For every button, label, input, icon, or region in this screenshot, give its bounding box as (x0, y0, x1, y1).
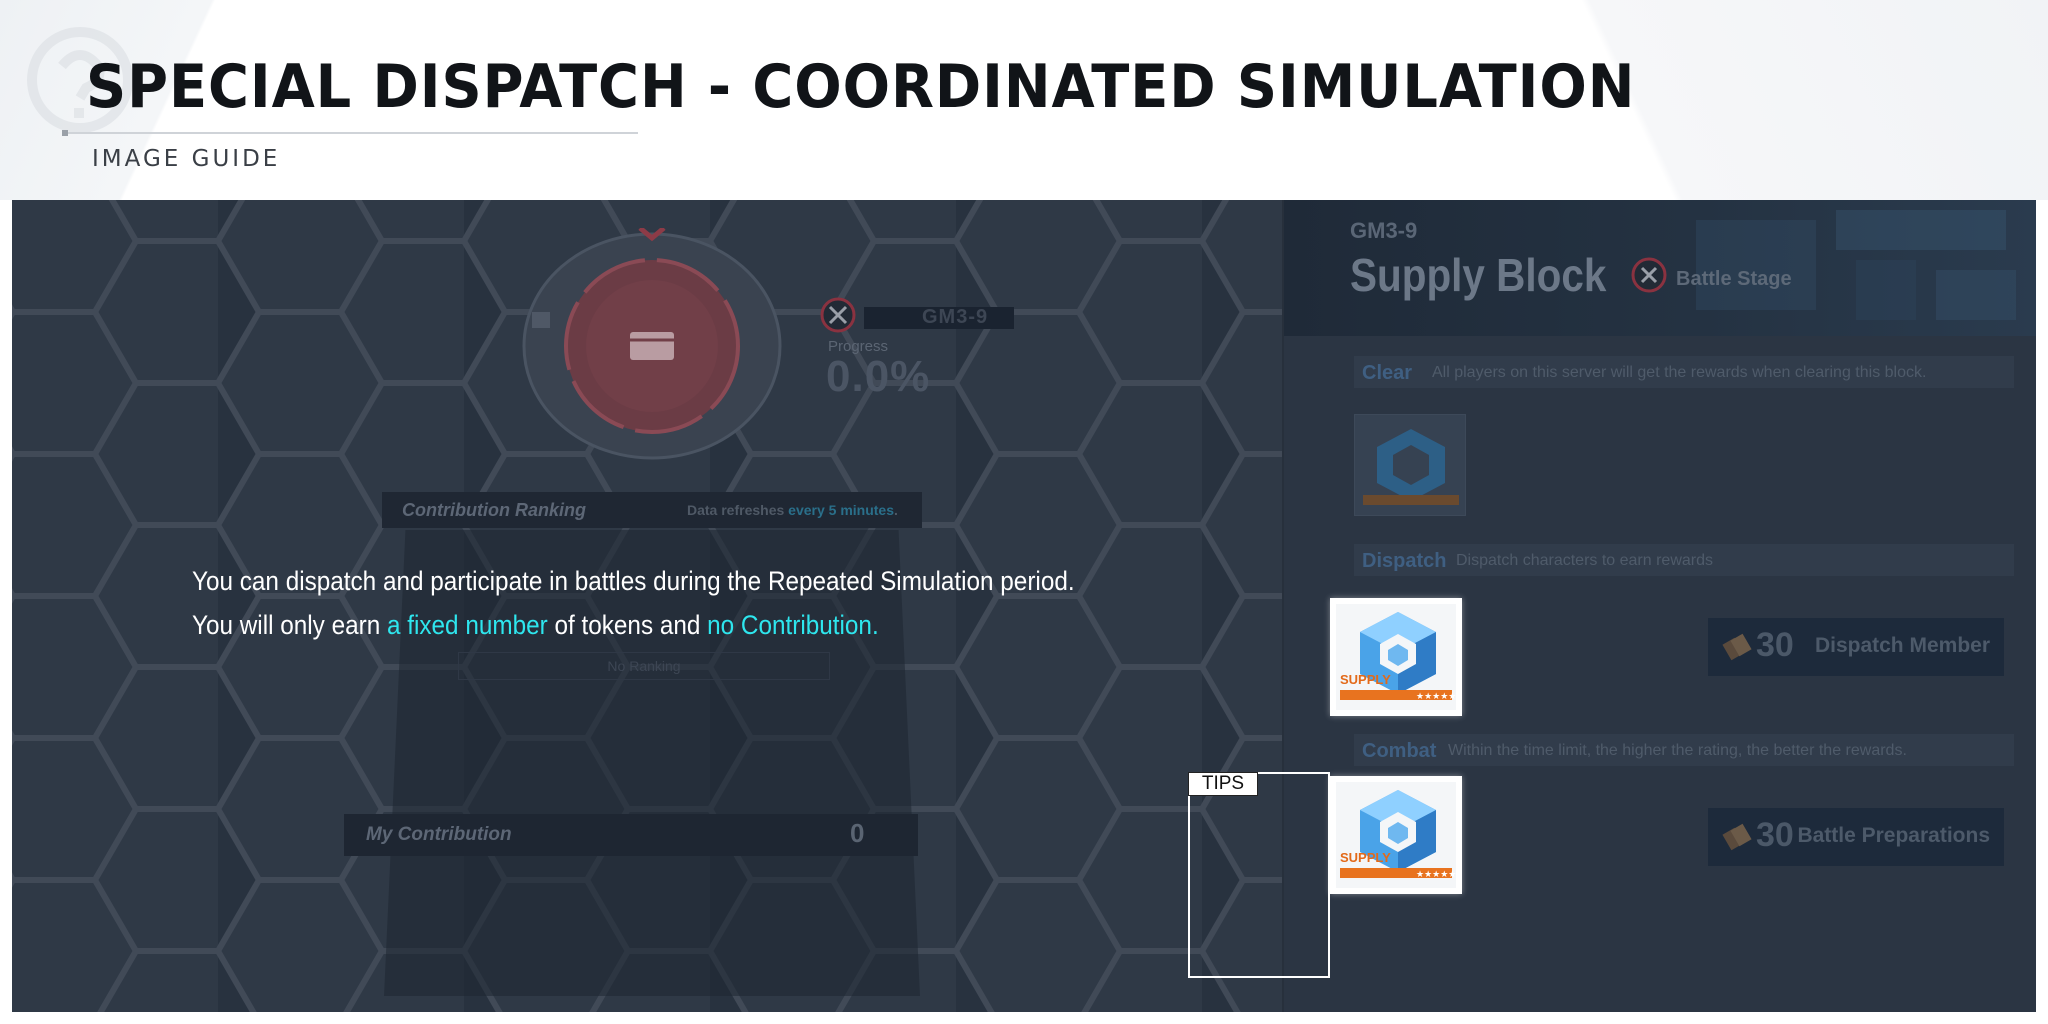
ranking-title: Contribution Ranking (402, 500, 586, 520)
svg-text:★★★★★: ★★★★★ (1416, 869, 1456, 879)
reward-item-label: SUPPLY (1340, 850, 1391, 865)
my-contribution-label: My Contribution (366, 824, 512, 845)
refresh-suffix: . (894, 502, 898, 518)
combat-reward-item[interactable]: SUPPLY ★★★★★ (1330, 776, 1462, 894)
guide-highlight-no-contribution: no Contribution. (707, 610, 879, 640)
stage-code: GM3-9 (922, 306, 989, 328)
battle-cost: 30 (1756, 816, 1794, 854)
page-subtitle: IMAGE GUIDE (92, 146, 281, 172)
dispatch-cost: 30 (1756, 626, 1794, 664)
clear-section-desc: All players on this server will get the … (1432, 364, 1927, 381)
battle-stage-icon (820, 297, 856, 333)
game-screenshot: GM3-9 Progress 0.0% Contribution Ranking… (12, 200, 2036, 1012)
panel-header: GM3-9 Supply Block Battle Stage (1284, 200, 2036, 336)
supply-cube-icon (1363, 429, 1459, 505)
token-icon (1722, 633, 1752, 661)
battle-preparations-label: Battle Preparations (1797, 824, 1990, 847)
guide-header: SPECIAL DISPATCH - COORDINATED SIMULATIO… (0, 0, 2048, 200)
supply-cube-icon: SUPPLY ★★★★★ (1336, 782, 1456, 888)
panel-stage-name: Supply Block (1350, 249, 1607, 301)
refresh-interval: every 5 minutes (788, 502, 895, 518)
combat-section-desc: Within the time limit, the higher the ra… (1448, 742, 1907, 759)
reward-item-label: SUPPLY (1340, 672, 1391, 687)
ranking-refresh-note: Data refreshes every 5 minutes. (687, 502, 898, 518)
stage-type-label: Battle Stage (1676, 268, 1792, 290)
battle-preparations-button[interactable]: 30 Battle Preparations (1708, 808, 2004, 866)
ranking-panel (384, 530, 920, 996)
clear-section-title: Clear (1362, 362, 1413, 384)
my-contribution-value: 0 (850, 818, 865, 848)
supply-cube-icon: SUPPLY ★★★★★ (1336, 604, 1456, 710)
dispatch-section-desc: Dispatch characters to earn rewards (1456, 552, 1713, 569)
dispatch-member-label: Dispatch Member (1814, 634, 1990, 657)
battle-stage-type-icon (1631, 257, 1667, 293)
tips-label: TIPS (1188, 772, 1258, 796)
dispatch-section-title: Dispatch (1362, 550, 1447, 572)
token-icon (1722, 823, 1752, 851)
stage-target-emblem (522, 228, 782, 460)
page-title: SPECIAL DISPATCH - COORDINATED SIMULATIO… (86, 52, 1636, 122)
tips-callout-frame (1188, 772, 1330, 978)
title-underline (64, 132, 638, 134)
combat-section-title: Combat (1362, 740, 1437, 762)
guide-highlight-fixed-number: a fixed number (386, 610, 548, 640)
no-ranking-text: No Ranking (458, 652, 830, 680)
clear-reward-item[interactable] (1354, 414, 1466, 516)
guide-line2-prefix: You will only earn (192, 610, 387, 640)
dispatch-reward-item[interactable]: SUPPLY ★★★★★ (1330, 598, 1462, 716)
title-underline-dot (62, 130, 68, 136)
guide-line2-middle: of tokens and (547, 610, 708, 640)
progress-value: 0.0% (826, 352, 931, 401)
svg-text:★★★★★: ★★★★★ (1416, 691, 1456, 701)
panel-stage-code: GM3-9 (1350, 218, 1418, 243)
dispatch-member-button[interactable]: 30 Dispatch Member (1708, 618, 2004, 676)
guide-text-line-2: You will only earn a fixed number of tok… (192, 610, 879, 641)
refresh-prefix: Data refreshes (687, 502, 789, 518)
guide-text-line-1: You can dispatch and participate in batt… (192, 566, 1075, 596)
